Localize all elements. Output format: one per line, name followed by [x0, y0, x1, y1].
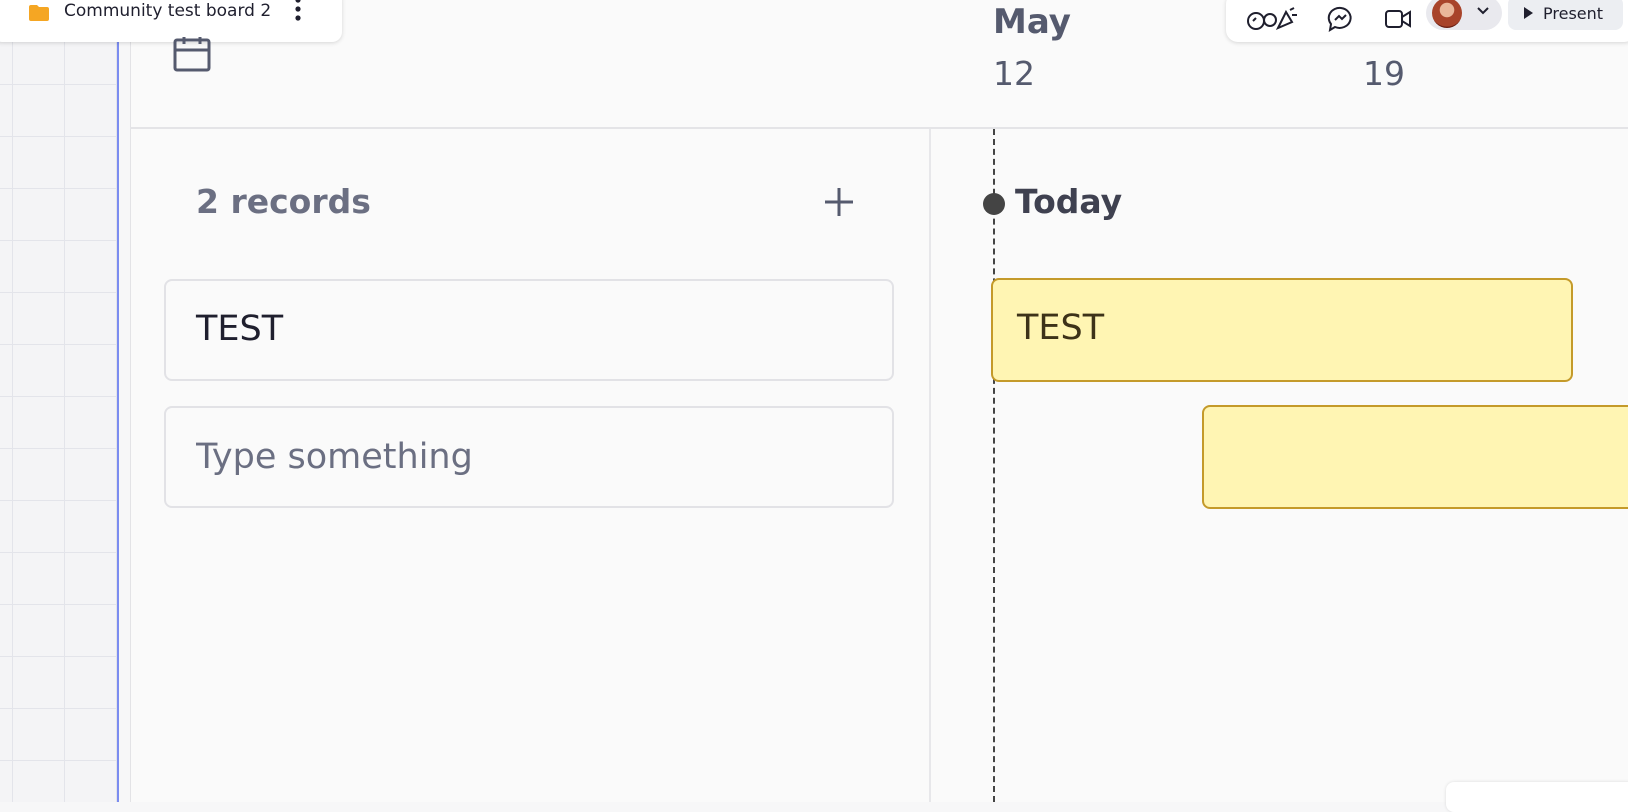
- today-marker-line: [993, 129, 995, 802]
- record-item[interactable]: TEST: [164, 279, 894, 381]
- avatar: [1432, 0, 1462, 28]
- canvas-grid: [0, 0, 118, 802]
- add-record-icon[interactable]: [823, 186, 855, 218]
- timeline-bar[interactable]: [1202, 405, 1628, 509]
- chat-icon[interactable]: [1327, 6, 1355, 32]
- reactions-icon[interactable]: [1246, 6, 1298, 32]
- header-divider: [130, 127, 1628, 129]
- day-label: 19: [1363, 54, 1405, 93]
- play-icon: [1524, 7, 1533, 19]
- today-label: Today: [1015, 182, 1123, 221]
- day-label: 12: [993, 54, 1035, 93]
- more-options-icon[interactable]: [292, 0, 304, 24]
- minimap-panel[interactable]: [1446, 782, 1628, 812]
- present-button[interactable]: Present: [1508, 0, 1623, 30]
- frame-selection-border: [117, 0, 119, 802]
- user-menu[interactable]: [1426, 0, 1502, 30]
- chevron-down-icon: [1477, 7, 1489, 15]
- new-record-input[interactable]: [196, 434, 836, 480]
- calendar-icon[interactable]: [173, 36, 211, 72]
- present-label: Present: [1543, 3, 1604, 23]
- folder-icon: [29, 5, 49, 21]
- timeline-bar-title: TEST: [1017, 308, 1105, 348]
- month-label: May: [993, 2, 1071, 42]
- timeline-frame: [130, 0, 1628, 802]
- board-name[interactable]: Community test board 2: [64, 1, 271, 21]
- new-record-item[interactable]: [164, 406, 894, 508]
- column-divider: [929, 129, 931, 802]
- video-call-icon[interactable]: [1384, 8, 1412, 30]
- records-count: 2 records: [196, 182, 371, 221]
- record-title[interactable]: TEST: [196, 309, 283, 349]
- timeline-bar[interactable]: TEST: [991, 278, 1573, 382]
- board-title-bar: Community test board 2: [0, 0, 342, 42]
- today-marker-dot: [983, 193, 1005, 215]
